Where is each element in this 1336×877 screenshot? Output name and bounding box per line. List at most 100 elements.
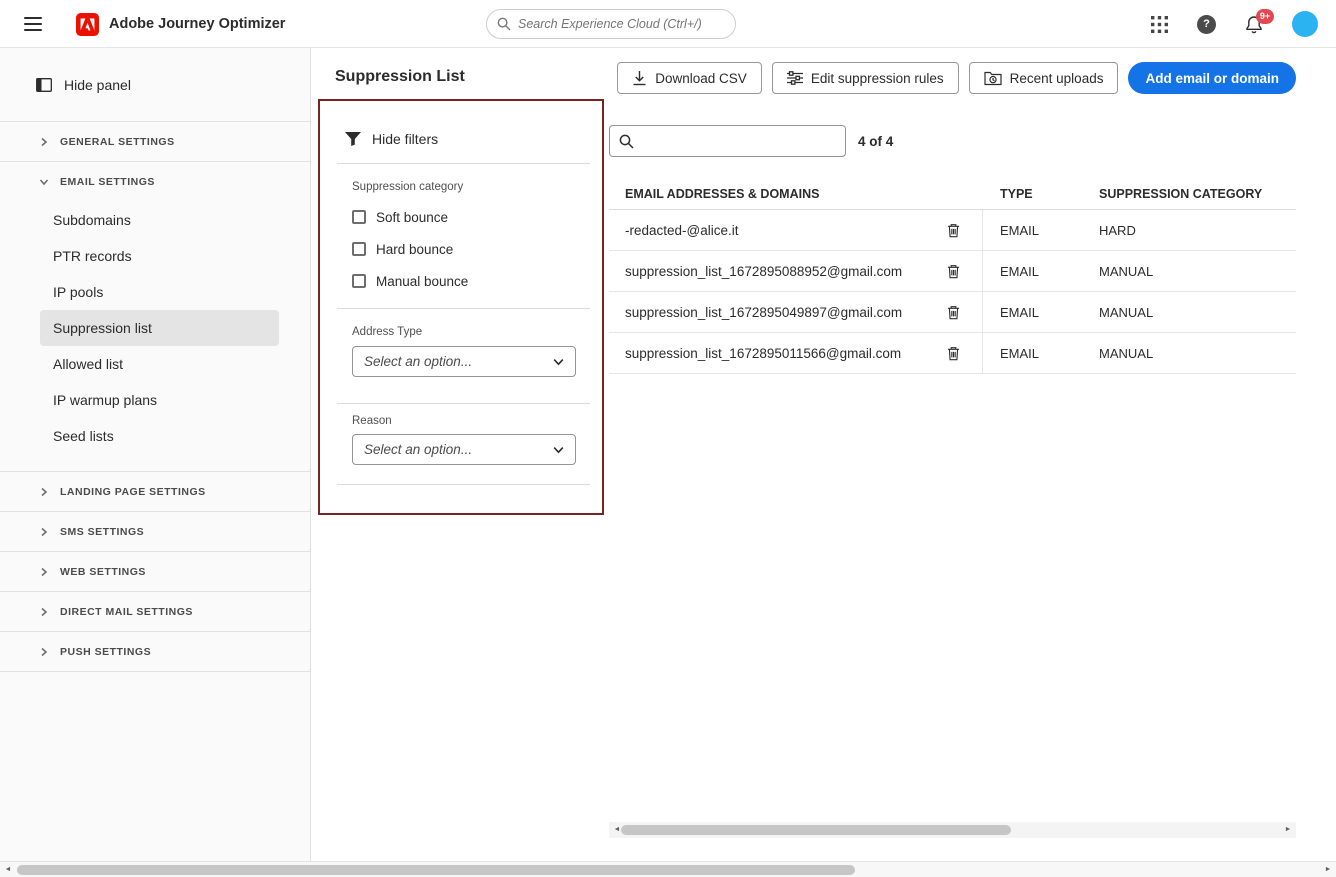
sidebar-item-ip-pools[interactable]: IP pools xyxy=(0,274,310,310)
table-horizontal-scrollbar[interactable]: ◄ ► xyxy=(609,822,1296,838)
scroll-right-arrow-icon[interactable]: ► xyxy=(1320,862,1336,877)
recent-uploads-label: Recent uploads xyxy=(1009,70,1104,86)
table-row: suppression_list_1672895011566@gmail.com… xyxy=(609,333,1296,374)
address-type-select[interactable]: Select an option... xyxy=(352,346,576,377)
sidebar-section-landing-page-settings[interactable]: LANDING PAGE SETTINGS xyxy=(0,471,310,511)
chevron-down-icon xyxy=(553,446,564,454)
scrollbar-thumb[interactable] xyxy=(621,825,1011,835)
hide-filters-button[interactable]: Hide filters xyxy=(337,128,590,150)
sidebar-section-label: EMAIL SETTINGS xyxy=(60,175,155,188)
sidebar-item-subdomains[interactable]: Subdomains xyxy=(0,202,310,238)
delete-row-button[interactable] xyxy=(947,223,960,238)
sidebar-item-ptr-records[interactable]: PTR records xyxy=(0,238,310,274)
recent-uploads-folder-icon xyxy=(984,71,1002,86)
avatar[interactable] xyxy=(1292,11,1318,37)
checkbox-soft-bounce[interactable]: Soft bounce xyxy=(352,206,590,228)
help-icon[interactable]: ? xyxy=(1197,14,1216,34)
sidebar-item-suppression-list[interactable]: Suppression list xyxy=(40,310,279,346)
sidebar-section-sms-settings[interactable]: SMS SETTINGS xyxy=(0,511,310,551)
topbar: Adobe Journey Optimizer ? 9+ xyxy=(0,0,1336,48)
table-search-input[interactable] xyxy=(642,133,836,149)
table-search[interactable] xyxy=(609,125,846,157)
sidebar-section-general-settings[interactable]: GENERAL SETTINGS xyxy=(0,121,310,161)
cell-email: suppression_list_1672895049897@gmail.com xyxy=(609,292,983,332)
notification-badge: 9+ xyxy=(1256,8,1274,24)
global-search-input[interactable] xyxy=(518,17,725,31)
checkbox-label: Soft bounce xyxy=(376,209,449,225)
row-category: MANUAL xyxy=(1099,304,1154,320)
add-email-or-domain-label: Add email or domain xyxy=(1145,70,1279,86)
row-category: HARD xyxy=(1099,222,1136,238)
sidebar-section-label: DIRECT MAIL SETTINGS xyxy=(60,605,193,618)
delete-row-button[interactable] xyxy=(947,264,960,279)
filter-funnel-icon xyxy=(345,132,361,146)
divider xyxy=(337,163,590,164)
checkbox-label: Hard bounce xyxy=(376,241,454,257)
sidebar-section-label: LANDING PAGE SETTINGS xyxy=(60,485,206,498)
notifications-bell-icon[interactable]: 9+ xyxy=(1245,8,1274,34)
result-count: 4 of 4 xyxy=(858,134,894,149)
filter-checkbox-group: Soft bounce Hard bounce Manual bounce xyxy=(337,206,590,292)
search-icon xyxy=(619,134,634,149)
sidebar-section-label: GENERAL SETTINGS xyxy=(60,135,175,148)
sidebar-item-allowed-list[interactable]: Allowed list xyxy=(0,346,310,382)
sidebar-section-web-settings[interactable]: WEB SETTINGS xyxy=(0,551,310,591)
download-csv-button[interactable]: Download CSV xyxy=(617,62,762,94)
apps-grid-icon[interactable] xyxy=(1151,15,1168,33)
scroll-left-arrow-icon[interactable]: ◄ xyxy=(0,862,16,877)
delete-row-button[interactable] xyxy=(947,346,960,361)
brand: Adobe Journey Optimizer xyxy=(76,0,285,48)
suppression-table: EMAIL ADDRESSES & DOMAINS TYPE SUPPRESSI… xyxy=(609,178,1296,374)
add-email-or-domain-button[interactable]: Add email or domain xyxy=(1128,62,1296,94)
filters-panel: Hide filters Suppression category Soft b… xyxy=(337,128,590,485)
scroll-right-arrow-icon[interactable]: ► xyxy=(1280,822,1296,837)
sidebar-item-ip-warmup-plans[interactable]: IP warmup plans xyxy=(0,382,310,418)
divider xyxy=(337,403,590,404)
row-type: EMAIL xyxy=(1000,345,1040,361)
panel-icon xyxy=(36,77,52,92)
hide-panel-button[interactable]: Hide panel xyxy=(0,48,310,121)
reason-label: Reason xyxy=(352,415,392,427)
col-header-type: TYPE xyxy=(1000,186,1033,201)
sidebar-section-email-settings[interactable]: EMAIL SETTINGS xyxy=(0,161,310,201)
checkbox-box[interactable] xyxy=(352,210,366,224)
address-type-label: Address Type xyxy=(352,326,423,338)
hamburger-menu-icon[interactable] xyxy=(24,17,42,31)
download-csv-label: Download CSV xyxy=(655,70,747,86)
checkbox-box[interactable] xyxy=(352,274,366,288)
hide-filters-label: Hide filters xyxy=(372,131,439,147)
sidebar-item-seed-lists[interactable]: Seed lists xyxy=(0,418,310,454)
checkbox-hard-bounce[interactable]: Hard bounce xyxy=(352,238,590,260)
reason-select[interactable]: Select an option... xyxy=(352,434,576,465)
window-horizontal-scrollbar[interactable]: ◄ ► xyxy=(0,861,1336,877)
row-email: -redacted-@alice.it xyxy=(625,222,739,238)
trash-icon xyxy=(947,264,960,279)
checkbox-label: Manual bounce xyxy=(376,273,469,289)
table-header-row: EMAIL ADDRESSES & DOMAINS TYPE SUPPRESSI… xyxy=(609,178,1296,210)
chevron-right-icon xyxy=(39,647,49,657)
sidebar-section-push-settings[interactable]: PUSH SETTINGS xyxy=(0,631,310,671)
checkbox-box[interactable] xyxy=(352,242,366,256)
table-body: -redacted-@alice.it EMAIL HARD suppression_… xyxy=(609,210,1296,374)
cell-email: suppression_list_1672895088952@gmail.com xyxy=(609,251,983,291)
row-email: suppression_list_1672895088952@gmail.com xyxy=(625,263,903,279)
checkbox-manual-bounce[interactable]: Manual bounce xyxy=(352,270,590,292)
sidebar-section-label: PUSH SETTINGS xyxy=(60,645,152,658)
global-search[interactable] xyxy=(486,9,736,39)
chevron-down-icon xyxy=(39,177,49,187)
cell-email: suppression_list_1672895011566@gmail.com xyxy=(609,333,983,373)
row-email: suppression_list_1672895049897@gmail.com xyxy=(625,304,903,320)
search-icon xyxy=(497,17,511,31)
trash-icon xyxy=(947,223,960,238)
sidebar-section-label: WEB SETTINGS xyxy=(60,565,146,578)
recent-uploads-button[interactable]: Recent uploads xyxy=(968,62,1119,94)
sidebar-section-direct-mail-settings[interactable]: DIRECT MAIL SETTINGS xyxy=(0,591,310,631)
edit-suppression-rules-button[interactable]: Edit suppression rules xyxy=(771,62,959,94)
delete-row-button[interactable] xyxy=(947,305,960,320)
cell-email: -redacted-@alice.it xyxy=(609,210,983,250)
scrollbar-thumb[interactable] xyxy=(17,865,855,875)
reason-value: Select an option... xyxy=(364,442,473,457)
trash-icon xyxy=(947,305,960,320)
chevron-right-icon xyxy=(39,567,49,577)
col-header-email-addresses: EMAIL ADDRESSES & DOMAINS xyxy=(625,186,820,201)
